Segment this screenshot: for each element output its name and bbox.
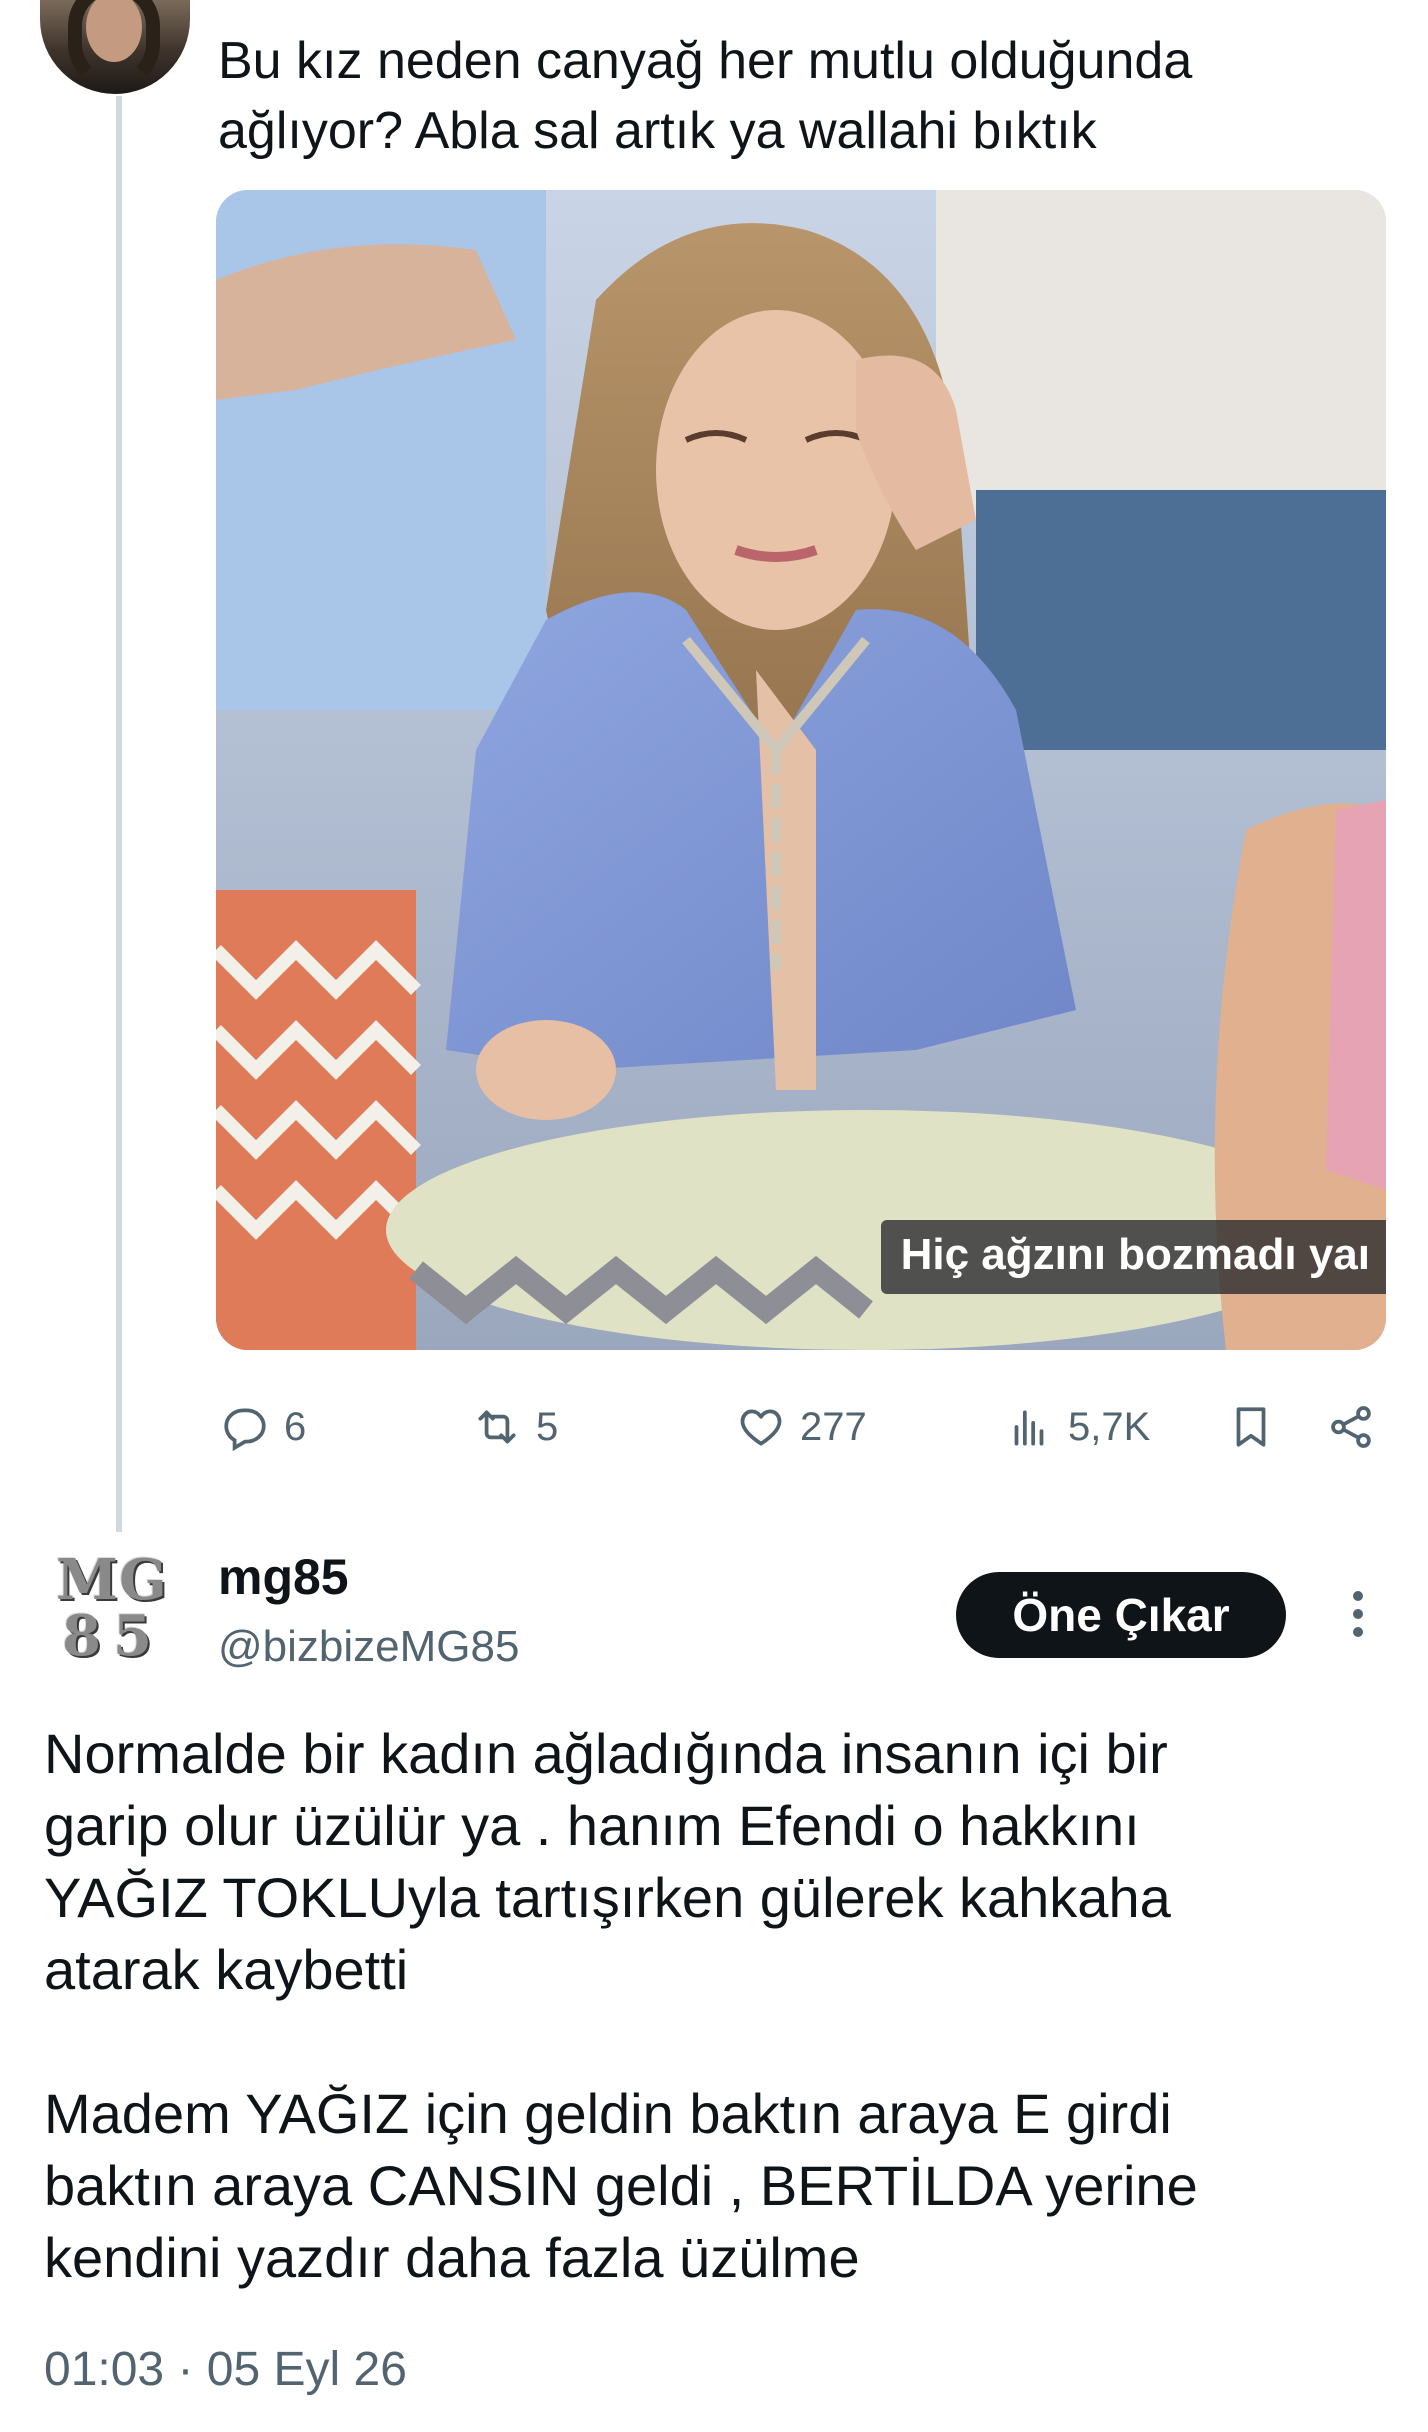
reply-button[interactable]: 6: [220, 1392, 306, 1462]
parent-tweet-actions: 6 5 277 5,7K: [216, 1392, 1406, 1462]
share-button[interactable]: [1326, 1392, 1390, 1462]
tweet-paragraph: Normalde bir kadın ağladığında insanın i…: [44, 1718, 1414, 2006]
logo-text-bottom: 85: [62, 1603, 164, 1669]
reply-count: 6: [284, 1404, 307, 1449]
tweet-line: garip olur üzülür ya . hanım Efendi o ha…: [44, 1794, 1140, 1857]
reply-icon: [224, 1408, 266, 1452]
parent-tweet-line: ağlıyor? Abla sal artık ya wallahi bıktı…: [218, 102, 1097, 160]
more-options-button[interactable]: [1338, 1584, 1378, 1644]
author-display-name[interactable]: mg85: [218, 1548, 349, 1606]
like-icon: [740, 1409, 782, 1446]
share-icon: [1331, 1406, 1371, 1448]
parent-tweet-line: Bu kız neden canyağ her mutlu olduğunda: [218, 32, 1193, 90]
repost-icon: [478, 1410, 516, 1444]
logo-text-top: MG: [56, 1547, 168, 1613]
author-avatar-logo[interactable]: MG 85: [56, 1547, 180, 1669]
repost-button[interactable]: 5: [472, 1392, 558, 1462]
tweet-media-image[interactable]: Hiç ağzını bozmadı yaı: [216, 190, 1386, 1350]
parent-tweet-text: Bu kız neden canyağ her mutlu olduğunda …: [218, 26, 1378, 166]
tweet-line: atarak kaybetti: [44, 1938, 409, 2001]
main-tweet-text: Normalde bir kadın ağladığında insanın i…: [44, 1718, 1414, 2294]
more-icon: [1353, 1591, 1363, 1637]
like-button[interactable]: 277: [736, 1392, 867, 1462]
tweet-timestamp[interactable]: 01:03 · 05 Eyl 26: [44, 2342, 407, 2397]
tweet-line: Normalde bir kadın ağladığında insanın i…: [44, 1722, 1168, 1785]
tweet-line: kendini yazdır daha fazla üzülme: [44, 2226, 860, 2289]
tweet-line: baktın araya CANSIN geldi , BERTİLDA yer…: [44, 2154, 1198, 2217]
bookmark-button[interactable]: [1226, 1392, 1290, 1462]
tweet-line: YAĞIZ TOKLUyla tartışırken gülerek kahka…: [44, 1866, 1171, 1929]
like-count: 277: [800, 1404, 867, 1449]
media-photo-illustration: [216, 190, 1386, 1350]
parent-avatar[interactable]: [40, 0, 190, 94]
bookmark-icon: [1236, 1407, 1266, 1447]
views-count: 5,7K: [1068, 1404, 1151, 1449]
thread-connector-line: [116, 96, 122, 1532]
views-icon: [1014, 1410, 1044, 1446]
tweet-paragraph: Madem YAĞIZ için geldin baktın araya E g…: [44, 2078, 1414, 2294]
repost-count: 5: [536, 1404, 559, 1449]
tweet-line: Madem YAĞIZ için geldin baktın araya E g…: [44, 2082, 1172, 2145]
highlight-button[interactable]: Öne Çıkar: [956, 1572, 1286, 1658]
author-handle[interactable]: @bizbizeMG85: [218, 1622, 519, 1672]
media-subtitle: Hiç ağzını bozmadı yaı: [880, 1220, 1386, 1294]
views-button[interactable]: 5,7K: [1004, 1392, 1150, 1462]
